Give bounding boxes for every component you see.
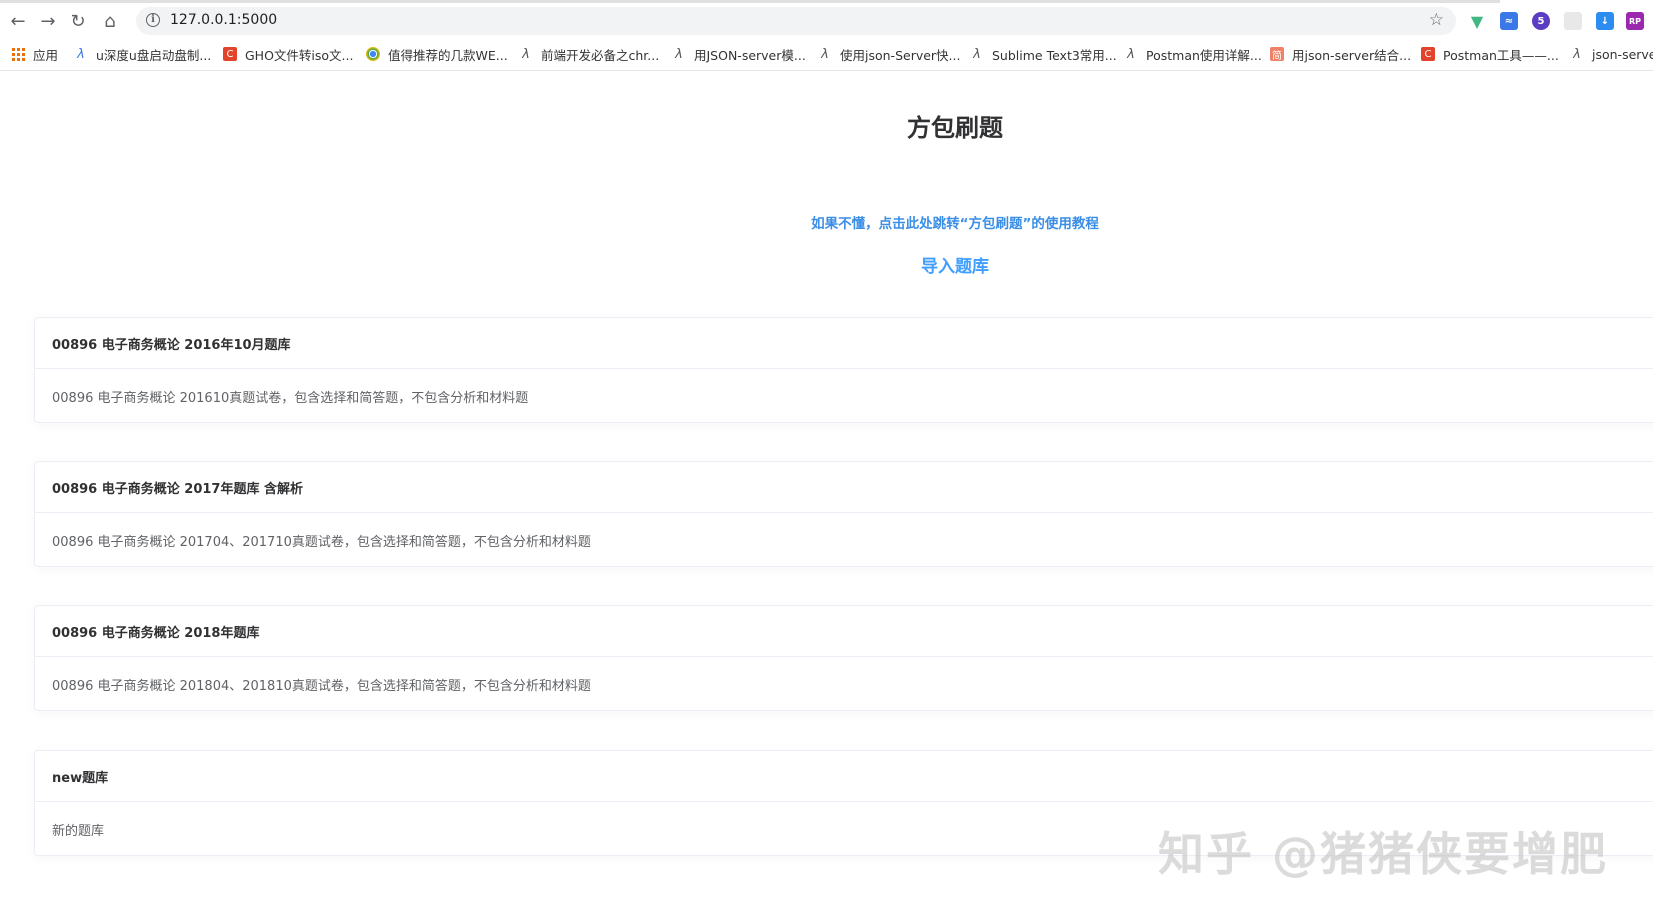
csdn-icon: C [1421, 47, 1435, 61]
download-extension-icon[interactable]: ↓ [1596, 12, 1614, 30]
bookmark-label: GHO文件转iso文... [245, 47, 354, 63]
card-description: 00896 电子商务概论 201610真题试卷，包含选择和简答题，不包含分析和材… [52, 390, 529, 406]
loading-bar [0, 0, 1500, 3]
reload-icon[interactable]: ↻ [64, 9, 92, 33]
bookmark-label: Postman使用详解... [1146, 47, 1262, 63]
bookmark-item[interactable]: 简 用json-server结合... [1270, 42, 1411, 66]
bookmark-label: 应用 [33, 47, 59, 63]
bookmark-item[interactable]: λ Postman使用详解... [1124, 42, 1262, 66]
bookmark-item[interactable]: λ 前端开发必备之chr... [519, 42, 659, 66]
url-text[interactable]: 127.0.0.1:5000 [170, 12, 277, 28]
bookmark-label: u深度u盘启动盘制... [96, 47, 212, 63]
script-icon: λ [675, 46, 683, 62]
page-title: 方包刷题 [907, 114, 1003, 142]
card-title: 00896 电子商务概论 2018年题库 [35, 606, 1653, 657]
import-bank-link[interactable]: 导入题库 [0, 252, 1653, 277]
info-icon[interactable]: i [146, 13, 160, 27]
home-icon[interactable]: ⌂ [96, 9, 124, 33]
extension-badge-count: 5 [1537, 15, 1545, 27]
bookmark-item[interactable]: C GHO文件转iso文... [223, 42, 353, 66]
bookmark-item[interactable]: λ 使用json-Server快... [818, 42, 960, 66]
bookmark-item[interactable]: λ u深度u盘启动盘制... [74, 42, 211, 66]
bookmark-label: 用JSON-server模... [694, 47, 806, 63]
bookmark-label: 使用json-Server快... [840, 47, 961, 63]
bookmark-label: 用json-server结合... [1292, 47, 1412, 63]
forward-arrow-icon[interactable]: → [34, 9, 62, 33]
question-bank-card[interactable]: 00896 电子商务概论 2018年题库 00896 电子商务概论 201804… [34, 605, 1653, 711]
zhihu-watermark: 知乎 @猪猪侠要增肥 [1158, 827, 1609, 881]
bookmark-item[interactable]: λ 用JSON-server模... [672, 42, 806, 66]
bookmark-item[interactable]: λ Sublime Text3常用... [970, 42, 1117, 66]
csdn-icon: C [223, 47, 237, 61]
jianshu-icon: 简 [1270, 47, 1284, 62]
browser-toolbar: ← → ↻ ⌂ i 127.0.0.1:5000 ☆ ▼ ≈ 5 ↓ RP 应用… [0, 0, 1653, 71]
extension-badge-icon[interactable]: 5 [1532, 12, 1550, 30]
vue-devtools-icon[interactable]: ▼ [1468, 12, 1486, 31]
bookmark-label: Sublime Text3常用... [992, 47, 1117, 63]
bookmark-item[interactable]: λ json-serve [1570, 42, 1653, 66]
bookmarks-bar: 应用 λ u深度u盘启动盘制... C GHO文件转iso文... 值得推荐的几… [0, 42, 1653, 66]
card-title: 00896 电子商务概论 2016年10月题库 [35, 318, 1653, 369]
card-description: 00896 电子商务概论 201804、201810真题试卷，包含选择和简答题，… [52, 678, 591, 694]
script-icon: λ [821, 46, 829, 62]
rp-extension-label: RP [1628, 16, 1642, 26]
bookmark-item[interactable]: 值得推荐的几款WE... [366, 42, 508, 66]
question-bank-card[interactable]: 00896 电子商务概论 2017年题库 含解析 00896 电子商务概论 20… [34, 461, 1653, 567]
apps-grid-icon [12, 47, 25, 61]
address-bar[interactable]: i 127.0.0.1:5000 ☆ [136, 7, 1456, 35]
udeep-icon: λ [77, 46, 85, 62]
bookmark-label: json-serve [1592, 46, 1653, 62]
chart-extension-icon[interactable]: ≈ [1500, 12, 1518, 30]
back-arrow-icon[interactable]: ← [4, 9, 32, 33]
script-icon: λ [1127, 46, 1135, 62]
card-title: 00896 电子商务概论 2017年题库 含解析 [35, 462, 1653, 513]
blank-extension-icon[interactable] [1564, 12, 1582, 30]
script-icon: λ [522, 46, 530, 62]
script-icon: λ [1573, 46, 1581, 62]
rp-extension-icon[interactable]: RP [1626, 12, 1644, 30]
question-bank-card[interactable]: 00896 电子商务概论 2016年10月题库 00896 电子商务概论 201… [34, 317, 1653, 423]
bookmark-apps[interactable]: 应用 [12, 42, 58, 66]
bookmark-item[interactable]: C Postman工具——... [1421, 42, 1559, 66]
bookmark-star-icon[interactable]: ☆ [1429, 10, 1444, 30]
chrome-icon [366, 47, 380, 61]
card-description: 00896 电子商务概论 201704、201710真题试卷，包含选择和简答题，… [52, 534, 591, 550]
bookmark-label: 前端开发必备之chr... [541, 47, 660, 63]
card-title: new题库 [35, 751, 1653, 802]
bookmark-label: 值得推荐的几款WE... [388, 47, 508, 63]
tutorial-link[interactable]: 如果不懂，点击此处跳转“方包刷题”的使用教程 [0, 212, 1653, 232]
bookmark-label: Postman工具——... [1443, 47, 1559, 63]
script-icon: λ [973, 46, 981, 62]
